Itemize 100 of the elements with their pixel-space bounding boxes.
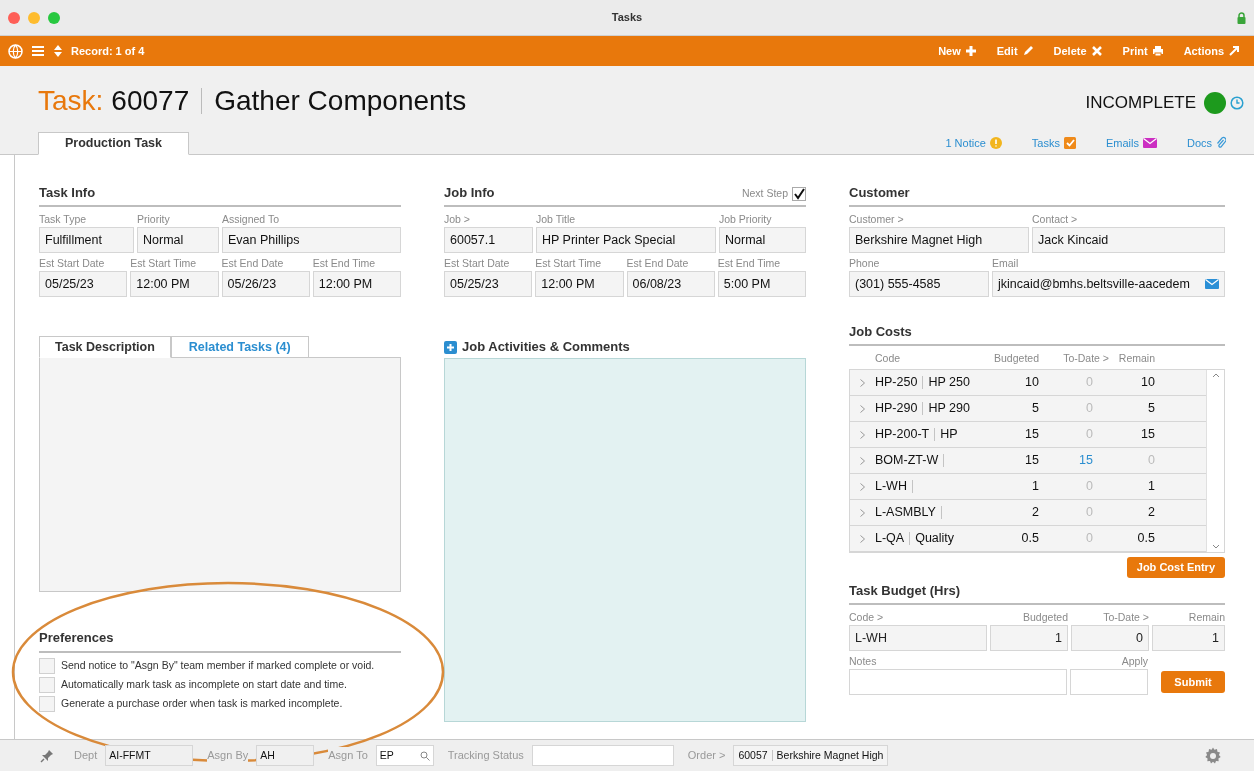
section-title: Job Info [444,183,495,202]
table-cell-text: 5 [1147,400,1155,418]
field-label: Budgeted [1022,610,1068,625]
record-counter: Record: 1 of 4 [71,43,145,59]
table-cell-text: 15 [1140,426,1155,444]
field-label: Remain [1187,610,1225,625]
column-header[interactable]: To-Date > [1039,351,1109,367]
field-label: Est End Date [221,256,285,271]
text-field[interactable]: L-WH [849,625,987,651]
checkbox-label: Send notice to "Asgn By" team member if marked complete or void. [61,658,375,674]
text-field[interactable]: jkincaid@bmhs.beltsville-aacedem [992,271,1225,297]
plus-icon [444,340,457,354]
text-field[interactable]: 12:00 PM [312,271,401,297]
field-label: Est Start Date [444,256,511,271]
text-field[interactable]: Evan Phillips [222,227,401,253]
table-cell-text: 15 [1024,452,1039,470]
field-label: Order > [687,748,726,764]
field-label: Task Type [39,212,88,227]
menu-icon [31,45,45,57]
checkbox[interactable] [39,696,55,712]
lock-icon [1237,11,1246,24]
table-cell-text: 1 [1147,478,1155,496]
table-cell-text: 10 [1140,374,1155,392]
status-dot-icon [1204,91,1226,114]
field-label: Phone [849,256,881,271]
tab[interactable]: Related Tasks (4) [170,336,309,358]
text-field[interactable]: 5:00 PM [717,271,806,297]
text-field[interactable]: EP [375,745,434,766]
text-field[interactable]: AH [256,745,315,766]
text-field[interactable]: 05/26/23 [221,271,310,297]
field-label: Asgn To [328,747,368,764]
table-cell-text: 15 [1024,426,1039,444]
table-cell-text: 0.5 [1020,530,1039,548]
section-title: Preferences [39,630,114,645]
text-field[interactable]: AI-FFMT [105,745,194,766]
globe-icon [8,43,23,59]
notes-field[interactable] [849,669,1067,695]
text-field[interactable]: Berkshire Magnet High [849,227,1029,253]
description-area[interactable] [39,357,401,592]
checkbox-label: Generate a purchase order when task is marked incomplete. [61,696,343,712]
caret-down-icon [1211,544,1220,549]
table-cell-text: HP [940,426,958,444]
checkbox[interactable] [39,658,55,674]
text-field[interactable]: 1 [1152,625,1225,651]
text-field[interactable]: 1 [990,625,1068,651]
table-cell-text: 5 [1031,400,1039,418]
text-field[interactable]: 0 [1071,625,1149,651]
status-label: INCOMPLETE [1085,92,1196,114]
text-field[interactable]: 60057.1 [444,227,533,253]
field-label: Notes [849,654,878,669]
field-label: Priority [137,212,171,227]
chevron-right-icon [860,508,865,517]
task-title: Gather Components [214,84,467,118]
envelope-icon [1205,279,1219,289]
chevron-right-icon [860,456,865,465]
column-header: Remain [1117,351,1155,367]
table-cell-text: 2 [1031,504,1039,522]
warning-icon [989,136,1002,149]
table-cell-text: 2 [1147,504,1155,522]
task-number: 60077 [111,84,190,118]
text-field[interactable]: 60057 Berkshire Magnet High [733,745,889,766]
up-down-icon [53,44,63,58]
field-label: Est End Time [717,256,782,271]
text-field[interactable]: 05/25/23 [39,271,128,297]
text-field[interactable]: 12:00 PM [535,271,624,297]
text-field[interactable]: Normal [137,227,219,253]
chevron-right-icon [860,378,865,387]
envelope-icon [1142,137,1157,148]
text-field[interactable]: Normal [719,227,806,253]
tab[interactable]: Production Task [38,132,189,155]
text-field[interactable]: Fulfillment [39,227,134,253]
text-field[interactable]: Jack Kincaid [1032,227,1225,253]
caret-up-icon [1211,373,1220,378]
field-label: Job > [444,212,471,227]
checkbox[interactable] [39,677,55,693]
section-title: Job Activities & Comments [462,338,630,357]
task-label: Task: [38,84,104,118]
text-field[interactable]: 05/25/23 [444,271,533,297]
text-field[interactable]: 06/08/23 [626,271,715,297]
apply-field[interactable] [1070,669,1148,695]
field-label: Assigned To [222,212,280,227]
field-label: Job Priority [719,212,773,227]
table-cell-text: HP 250 [928,374,970,392]
text-field[interactable]: HP Printer Pack Special [536,227,716,253]
text-field[interactable]: 12:00 PM [130,271,219,297]
chevron-right-icon [860,534,865,543]
text-field[interactable]: (301) 555-4585 [849,271,989,297]
tab[interactable]: Task Description [39,336,171,358]
table-cell-text: L-ASMBLY [875,504,936,522]
text-field[interactable] [531,745,674,766]
field-label: Customer > [849,212,905,227]
comments-panel[interactable] [444,358,806,722]
table-cell-text: 0.5 [1136,530,1155,548]
field-label: To-Date > [1102,610,1149,625]
field-label: Est End Time [312,256,377,271]
table-cell-text: HP-200-T [875,426,930,444]
search-icon [419,750,430,761]
close-icon [1090,45,1103,57]
next-step-checkbox[interactable] [792,187,806,202]
window-control-icon [28,11,40,24]
